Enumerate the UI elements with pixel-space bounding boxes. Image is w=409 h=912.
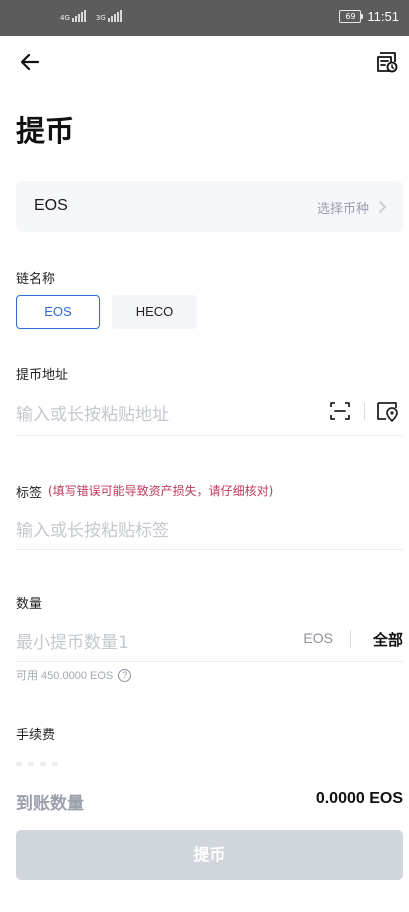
all-amount-button[interactable]: 全部 <box>373 629 403 650</box>
arrow-left-icon[interactable] <box>16 48 44 76</box>
address-label: 提币地址 <box>16 368 69 383</box>
fee-label: 手续费 <box>16 728 56 743</box>
amount-label: 数量 <box>16 597 43 612</box>
available-balance: 可用 450.0000 EOS ? <box>16 667 132 683</box>
receive-amount-value: 0.0000 EOS <box>315 790 403 807</box>
selected-coin: EOS <box>34 197 68 214</box>
withdraw-button[interactable]: 提币 <box>16 830 403 880</box>
withdraw-records-icon[interactable] <box>373 48 401 76</box>
address-book-icon[interactable] <box>375 399 399 423</box>
network-type-1: 4G <box>60 14 70 22</box>
select-coin-hint: 选择币种 <box>316 202 369 217</box>
battery-icon: 69 <box>339 10 364 23</box>
tag-field[interactable]: 输入或长按粘贴标签 <box>16 506 403 550</box>
address-placeholder: 输入或长按粘贴地址 <box>16 405 169 425</box>
tag-warning: (填写错误可能导致资产损失，请仔细核对) <box>48 484 274 498</box>
field-divider <box>364 402 365 420</box>
status-right: 69 11:51 <box>339 9 399 24</box>
clock: 11:51 <box>367 9 399 24</box>
network-type-2: 3G <box>95 14 106 22</box>
amount-placeholder: 最小提币数量1 <box>16 633 129 653</box>
signal-bars-icon <box>107 10 122 22</box>
scan-icon[interactable] <box>329 400 351 422</box>
tag-label: 标签 <box>16 486 43 501</box>
address-field[interactable]: 输入或长按粘贴地址 <box>16 390 403 436</box>
coin-selector[interactable]: EOS 选择币种 <box>16 181 403 232</box>
signal-bars-icon <box>71 10 86 22</box>
help-circle-icon[interactable]: ? <box>118 668 132 682</box>
status-bar: 4G 3G 69 11:51 <box>0 0 409 36</box>
receive-amount-label: 到账数量 <box>16 794 84 814</box>
amount-unit: EOS <box>303 630 333 646</box>
fee-value-loading <box>16 760 72 768</box>
tag-placeholder: 输入或长按粘贴标签 <box>16 521 169 541</box>
field-divider <box>350 630 351 648</box>
chevron-right-icon <box>379 201 386 213</box>
chain-option-heco[interactable]: HECO <box>112 295 197 329</box>
signal-2: 3G <box>96 10 122 22</box>
signal-indicators: 4G 3G <box>60 10 122 22</box>
battery-level: 69 <box>345 12 356 21</box>
amount-field[interactable]: 最小提币数量1 EOS 全部 <box>16 618 403 662</box>
available-balance-text: 可用 450.0000 EOS <box>16 670 114 682</box>
chain-option-eos[interactable]: EOS <box>16 295 100 329</box>
chain-label: 链名称 <box>16 272 56 287</box>
page-title: 提币 <box>16 114 75 148</box>
signal-1: 4G <box>60 10 86 22</box>
